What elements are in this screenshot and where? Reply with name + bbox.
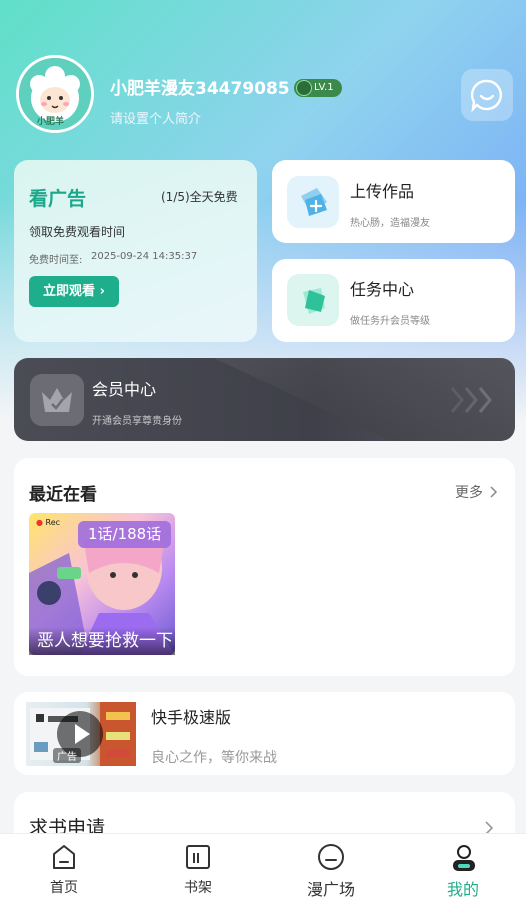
nickname[interactable]: 小肥羊漫友34479085 (110, 74, 290, 99)
profile-icon (453, 845, 475, 871)
rec-tag: ● Rec (36, 518, 61, 527)
chat-bubble-icon (470, 79, 502, 113)
crown-icon (30, 374, 84, 426)
free-time-label: 免费时间至: (29, 255, 83, 266)
tab-plaza-label: 漫广场 (306, 880, 355, 899)
vip-subtitle: 开通会员享尊贵身份 (92, 416, 182, 427)
task-title: 任务中心 (350, 280, 415, 299)
message-button[interactable] (461, 69, 513, 121)
bio-placeholder[interactable]: 请设置个人简介 (110, 108, 201, 127)
avatar[interactable]: 小肥羊 (16, 55, 94, 133)
chevron-right-icon (490, 486, 498, 498)
level-text: LV.1 (314, 82, 334, 93)
app-slogan: 良心之作，等你来战 (151, 750, 277, 766)
triple-chevron-icon (450, 387, 492, 413)
tab-profile-label: 我的 (446, 880, 479, 899)
free-time-value: 2025-09-24 14:35:37 (91, 251, 198, 262)
tab-bookshelf-label: 书架 (184, 880, 212, 896)
app-name: 快手极速版 (151, 708, 232, 727)
plaza-icon (318, 844, 344, 870)
bookshelf-icon (186, 845, 210, 869)
episode-progress: 1话/188话 (78, 521, 172, 548)
upload-title: 上传作品 (350, 182, 415, 201)
upload-subtitle: 热心肠，造福漫友 (350, 218, 430, 229)
avatar-caption: 小肥羊 (37, 117, 65, 127)
ad-description: 领取免费观看时间 (29, 225, 126, 239)
watch-now-button[interactable]: 立即观看 › (29, 276, 119, 307)
vip-title: 会员中心 (92, 380, 157, 399)
upload-icon (287, 176, 339, 228)
ad-card-title: 看广告 (29, 188, 87, 210)
chevron-right-icon: › (99, 284, 105, 299)
watch-now-label: 立即观看 (43, 284, 96, 299)
recent-title: 最近在看 (29, 485, 97, 505)
level-badge: LV.1 (294, 79, 342, 97)
task-subtitle: 做任务升会员等级 (350, 316, 430, 327)
leaf-icon (296, 80, 312, 96)
ad-tag: 广告 (53, 748, 81, 763)
comic-title: 恶人想要抢救一下 (29, 627, 175, 655)
home-icon (53, 845, 75, 869)
tab-home-label: 首页 (50, 880, 78, 896)
vip-center-card[interactable] (14, 358, 515, 441)
task-icon (287, 274, 339, 326)
recent-more-link[interactable]: 更多 (455, 482, 483, 502)
ad-count: (1/5)全天免费 (161, 190, 238, 204)
